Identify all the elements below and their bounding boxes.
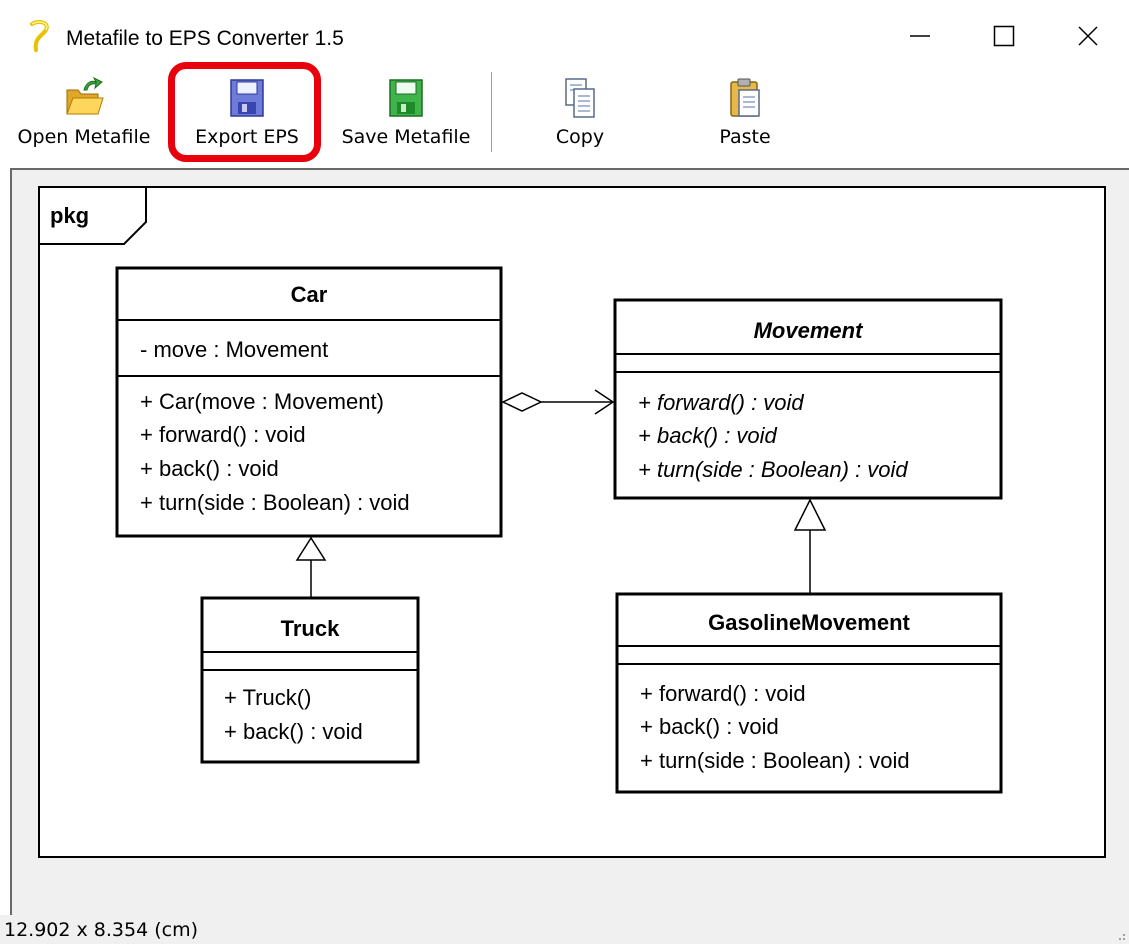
package-label: pkg <box>50 203 90 228</box>
title-bar: Metafile to EPS Converter 1.5 <box>0 0 1129 72</box>
truck-operation: + Truck() <box>224 685 312 710</box>
close-button[interactable] <box>1046 0 1129 72</box>
gasoline-operation: + back() : void <box>640 714 779 739</box>
export-eps-highlight <box>168 62 321 162</box>
truck-class-name: Truck <box>280 616 340 641</box>
paste-button[interactable]: Paste <box>690 72 800 160</box>
toolbar-separator <box>491 72 492 152</box>
car-class-name: Car <box>290 282 328 307</box>
window-title: Metafile to EPS Converter 1.5 <box>66 27 344 50</box>
metafile-app-icon <box>30 20 49 52</box>
copy-button[interactable]: Copy <box>530 72 630 160</box>
minimize-icon <box>910 35 930 37</box>
save-metafile-button[interactable]: Save Metafile <box>334 72 478 160</box>
maximize-button[interactable] <box>962 0 1046 72</box>
car-operation: + back() : void <box>140 456 279 481</box>
open-metafile-button[interactable]: Open Metafile <box>6 72 162 160</box>
paste-icon <box>730 78 760 117</box>
status-bar: 12.902 x 8.354 (cm) <box>0 915 1129 944</box>
close-icon <box>1078 26 1098 46</box>
save-metafile-label: Save Metafile <box>341 126 471 148</box>
diagram-size-status: 12.902 x 8.354 (cm) <box>4 919 199 941</box>
open-metafile-label: Open Metafile <box>17 126 151 148</box>
minimize-button[interactable] <box>878 0 962 72</box>
paste-label: Paste <box>719 126 771 148</box>
movement-operation: + forward() : void <box>638 390 804 415</box>
movement-class-name: Movement <box>753 318 863 343</box>
car-attribute: - move : Movement <box>140 337 329 362</box>
truck-operation: + back() : void <box>224 719 363 744</box>
movement-operation: + turn(side : Boolean) : void <box>638 457 908 482</box>
gasoline-class-name: GasolineMovement <box>708 610 910 635</box>
car-operation: + Car(move : Movement) <box>140 389 384 414</box>
car-operation: + turn(side : Boolean) : void <box>140 490 410 515</box>
movement-operation: + back() : void <box>638 423 777 448</box>
resize-grip-icon[interactable] <box>1113 928 1127 942</box>
copy-icon <box>565 78 595 118</box>
maximize-icon <box>993 25 1015 47</box>
gasoline-operation: + turn(side : Boolean) : void <box>640 748 910 773</box>
car-operation: + forward() : void <box>140 422 306 447</box>
open-folder-icon <box>66 76 104 115</box>
green-floppy-disk-icon <box>389 79 423 117</box>
gasoline-operation: + forward() : void <box>640 681 806 706</box>
copy-label: Copy <box>555 126 605 148</box>
